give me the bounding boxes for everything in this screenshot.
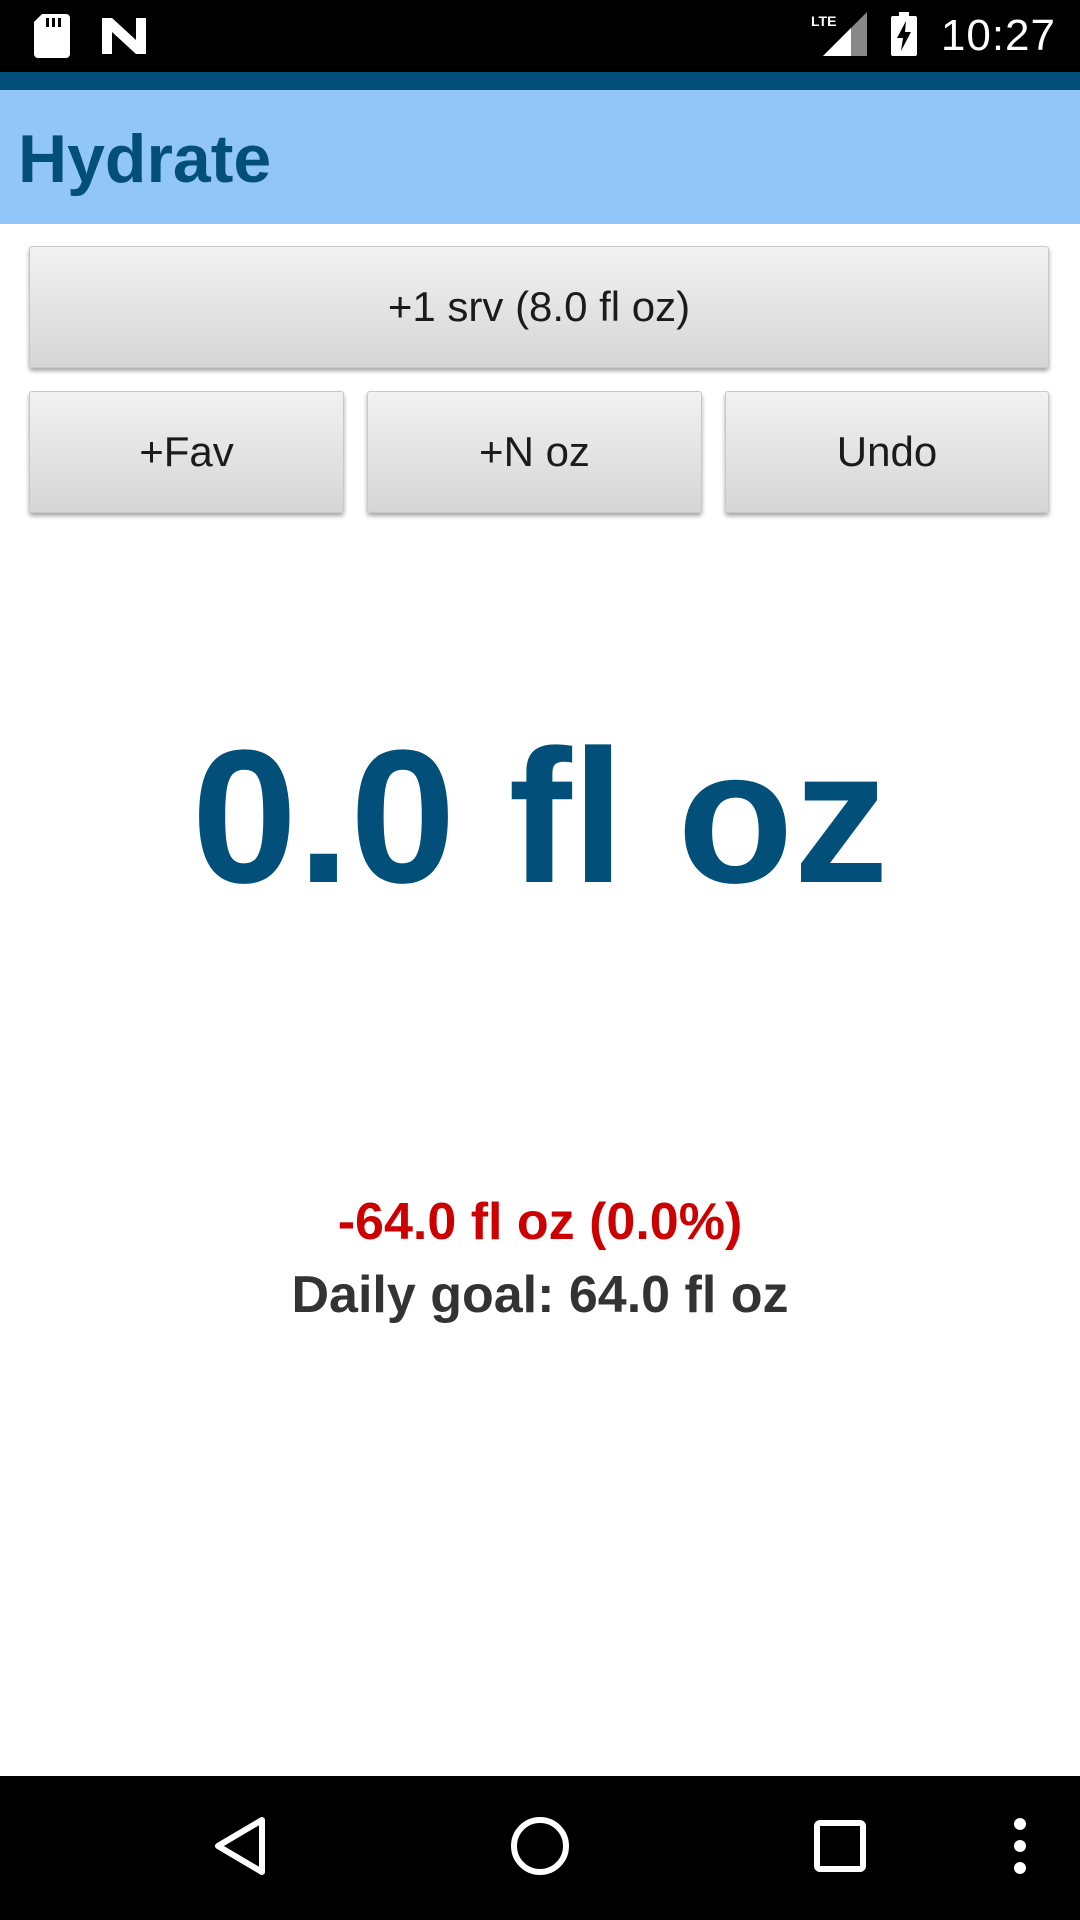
sd-card-icon xyxy=(34,14,70,63)
nav-bar xyxy=(0,1776,1080,1920)
battery-charging-icon xyxy=(890,11,917,61)
status-right: LTE 10:27 xyxy=(811,8,1056,64)
n-logo-icon xyxy=(102,18,146,59)
daily-goal: Daily goal: 64.0 fl oz xyxy=(291,1266,789,1324)
app-bar: Hydrate xyxy=(0,90,1080,224)
add-n-oz-button[interactable]: +N oz xyxy=(367,391,702,513)
overflow-menu-button[interactable] xyxy=(990,1776,1050,1920)
back-button[interactable] xyxy=(180,1776,300,1920)
accent-strip xyxy=(0,72,1080,90)
total-intake: 0.0 fl oz xyxy=(191,711,889,923)
undo-button[interactable]: Undo xyxy=(725,391,1049,513)
home-icon xyxy=(509,1815,571,1882)
app-title: Hydrate xyxy=(18,121,272,197)
back-icon xyxy=(212,1816,268,1881)
screen: LTE 10:27 Hydrate +1 srv (8.0 fl oz) +Fa… xyxy=(0,0,1080,1920)
recents-button[interactable] xyxy=(780,1776,900,1920)
lte-signal-icon: LTE xyxy=(811,11,867,61)
home-button[interactable] xyxy=(480,1776,600,1920)
overflow-menu-icon xyxy=(1012,1816,1028,1881)
add-favorite-button[interactable]: +Fav xyxy=(29,391,344,513)
remaining-amount: -64.0 fl oz (0.0%) xyxy=(337,1193,743,1251)
status-left xyxy=(34,14,178,63)
recents-icon xyxy=(813,1819,867,1878)
network-type-label: LTE xyxy=(811,13,836,29)
status-bar: LTE 10:27 xyxy=(0,0,1080,72)
add-serving-button[interactable]: +1 srv (8.0 fl oz) xyxy=(29,246,1049,368)
status-clock: 10:27 xyxy=(940,11,1056,60)
